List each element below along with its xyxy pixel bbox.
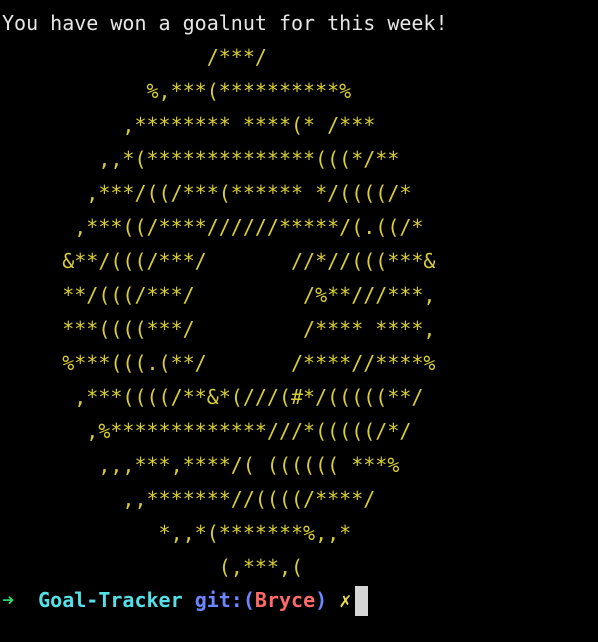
ascii-art-line: &**/(((/***/ //*//(((***& — [2, 249, 436, 273]
ascii-art-line: ,,*******//((((/****/ — [2, 487, 376, 511]
ascii-art-line: *,,*(*******%,,* — [2, 521, 352, 545]
git-label: git: — [194, 588, 243, 612]
shell-prompt[interactable]: ➜ Goal-Tracker git:(Bryce) ✗ — [2, 583, 369, 617]
terminal-window[interactable]: You have won a goalnut for this week! /*… — [0, 0, 598, 642]
ascii-art-line: ,******** ****(* /*** — [2, 113, 376, 137]
goalnut-message: You have won a goalnut for this week! — [2, 11, 448, 35]
ascii-art-line: ,***((/****//////*****/(.((/* — [2, 215, 424, 239]
ascii-art-line: ***((((***/ /**** ****, — [2, 317, 436, 341]
branch-name: Bryce — [254, 588, 316, 612]
text-cursor[interactable] — [355, 585, 369, 616]
ascii-art-line: ,%*************///*(((((/*/ — [2, 419, 412, 443]
ascii-art-line: ,***((((/**&*(///(#*/(((((**/ — [2, 385, 424, 409]
ascii-art-line: ,***/((/***(****** */((((/* — [2, 181, 412, 205]
dirty-status-icon: ✗ — [339, 588, 352, 612]
branch-paren-open: ( — [242, 588, 255, 612]
ascii-art-line: ,,,***,****/( (((((( ***% — [2, 453, 400, 477]
repo-name: Goal-Tracker — [38, 588, 183, 612]
prompt-arrow-icon: ➜ — [2, 588, 15, 612]
ascii-art-line: %***(((.(**/ /****//****% — [2, 351, 436, 375]
ascii-art-line: %,***(**********% — [2, 79, 352, 103]
ascii-art-line: ,,*(**************(((*/** — [2, 147, 400, 171]
ascii-art-line: (,***,( — [2, 555, 304, 579]
ascii-art-line: /***/ — [2, 45, 267, 69]
branch-paren-close: ) — [315, 588, 328, 612]
ascii-art-line: **/(((/***/ /%**///***, — [2, 283, 436, 307]
